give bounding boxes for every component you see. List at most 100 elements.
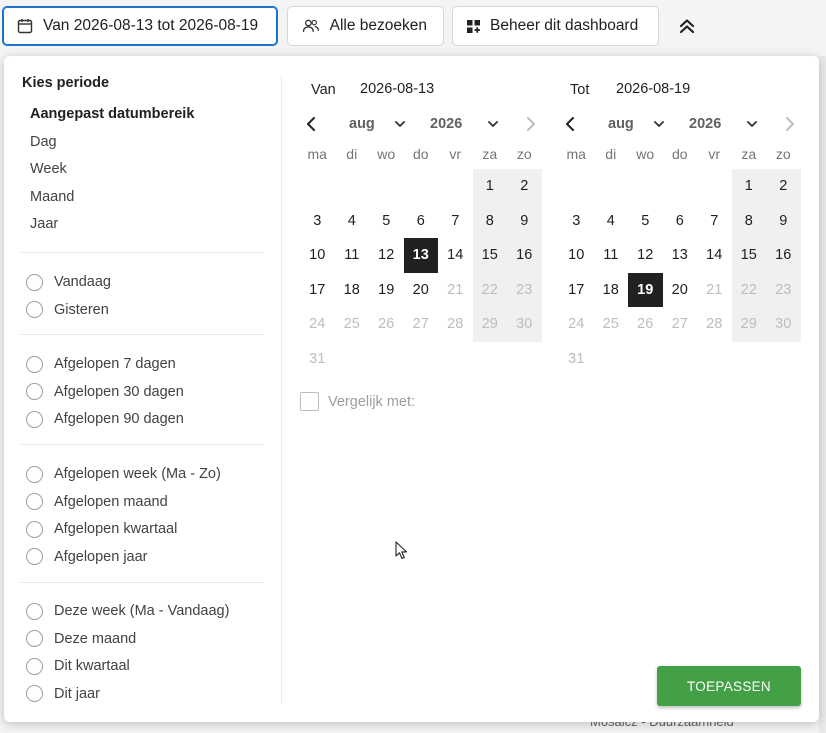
- period-radio-option[interactable]: Afgelopen jaar: [26, 547, 148, 567]
- calendar-day[interactable]: 3: [559, 204, 594, 239]
- period-type-item[interactable]: Dag: [30, 134, 57, 150]
- period-radio-option[interactable]: Afgelopen maand: [26, 492, 168, 512]
- calendar-day[interactable]: 21: [438, 273, 473, 308]
- period-radio-option[interactable]: Afgelopen week (Ma - Zo): [26, 464, 221, 484]
- calendar-day[interactable]: 19: [369, 273, 404, 308]
- period-type-item[interactable]: Aangepast datumbereik: [30, 106, 194, 122]
- from-date-input[interactable]: 2026-08-13: [360, 81, 434, 97]
- calendar-day[interactable]: 1: [732, 169, 767, 204]
- radio-button[interactable]: [26, 520, 43, 538]
- period-radio-option[interactable]: Afgelopen 90 dagen: [26, 409, 184, 429]
- calendar-day[interactable]: 27: [663, 307, 698, 342]
- calendar-day[interactable]: 6: [404, 204, 439, 239]
- period-radio-option[interactable]: Vandaag: [26, 272, 111, 292]
- calendar-day[interactable]: 7: [697, 204, 732, 239]
- calendar-day[interactable]: 1: [473, 169, 508, 204]
- calendar-day[interactable]: 17: [559, 273, 594, 308]
- calendar-day[interactable]: 17: [300, 273, 335, 308]
- calendar-day[interactable]: 10: [559, 238, 594, 273]
- date-range-button[interactable]: Van 2026-08-13 tot 2026-08-19: [2, 6, 278, 46]
- calendar-day[interactable]: 29: [473, 307, 508, 342]
- calendar-day[interactable]: 22: [473, 273, 508, 308]
- calendar-day[interactable]: 13: [403, 238, 438, 273]
- calendar-day[interactable]: 25: [594, 307, 629, 342]
- prev-month-button[interactable]: [302, 115, 320, 133]
- calendar-day[interactable]: 18: [594, 273, 629, 308]
- calendar-day[interactable]: 12: [369, 238, 404, 273]
- calendar-day[interactable]: 11: [335, 238, 370, 273]
- radio-button[interactable]: [26, 493, 43, 511]
- calendar-day[interactable]: 26: [369, 307, 404, 342]
- calendar-day[interactable]: 8: [732, 204, 767, 239]
- calendar-day[interactable]: 24: [300, 307, 335, 342]
- calendar-day[interactable]: 14: [438, 238, 473, 273]
- calendar-day[interactable]: 5: [628, 204, 663, 239]
- calendar-day[interactable]: 30: [766, 307, 801, 342]
- to-date-input[interactable]: 2026-08-19: [616, 81, 690, 97]
- calendar-day[interactable]: 23: [766, 273, 801, 308]
- radio-button[interactable]: [26, 685, 43, 703]
- month-select[interactable]: aug: [349, 116, 405, 132]
- manage-dashboard-button[interactable]: Beheer dit dashboard: [452, 6, 659, 46]
- calendar-day[interactable]: 3: [300, 204, 335, 239]
- apply-button[interactable]: TOEPASSEN: [657, 666, 801, 706]
- calendar-day[interactable]: 22: [732, 273, 767, 308]
- calendar-day[interactable]: 19: [628, 272, 663, 307]
- calendar-day[interactable]: 15: [732, 238, 767, 273]
- radio-button[interactable]: [26, 410, 43, 428]
- calendar-day[interactable]: 25: [335, 307, 370, 342]
- next-month-button[interactable]: [781, 115, 799, 133]
- radio-button[interactable]: [26, 383, 43, 401]
- calendar-day[interactable]: 29: [732, 307, 767, 342]
- collapse-button[interactable]: [670, 8, 704, 44]
- calendar-day[interactable]: 30: [507, 307, 542, 342]
- calendar-day[interactable]: 4: [335, 204, 370, 239]
- calendar-day[interactable]: 27: [404, 307, 439, 342]
- period-radio-option[interactable]: Dit kwartaal: [26, 656, 130, 676]
- period-type-item[interactable]: Maand: [30, 189, 74, 205]
- period-type-item[interactable]: Jaar: [30, 216, 58, 232]
- calendar-day[interactable]: 18: [335, 273, 370, 308]
- calendar-day[interactable]: 5: [369, 204, 404, 239]
- calendar-day[interactable]: 28: [697, 307, 732, 342]
- calendar-day[interactable]: 9: [766, 204, 801, 239]
- calendar-day[interactable]: 14: [697, 238, 732, 273]
- radio-button[interactable]: [26, 657, 43, 675]
- calendar-day[interactable]: 8: [473, 204, 508, 239]
- compare-checkbox[interactable]: [300, 392, 319, 411]
- radio-button[interactable]: [26, 273, 43, 291]
- calendar-day[interactable]: 7: [438, 204, 473, 239]
- year-select[interactable]: 2026: [430, 116, 499, 132]
- calendar-day[interactable]: 31: [559, 342, 594, 377]
- prev-month-button[interactable]: [561, 115, 579, 133]
- calendar-day[interactable]: 20: [404, 273, 439, 308]
- period-type-item[interactable]: Week: [30, 161, 67, 177]
- radio-button[interactable]: [26, 465, 43, 483]
- calendar-day[interactable]: 11: [594, 238, 629, 273]
- period-radio-option[interactable]: Afgelopen 7 dagen: [26, 354, 176, 374]
- period-radio-option[interactable]: Gisteren: [26, 300, 109, 320]
- calendar-day[interactable]: 13: [663, 238, 698, 273]
- calendar-day[interactable]: 16: [766, 238, 801, 273]
- radio-button[interactable]: [26, 355, 43, 373]
- calendar-day[interactable]: 9: [507, 204, 542, 239]
- compare-toggle[interactable]: Vergelijk met:: [300, 392, 415, 411]
- segment-button[interactable]: Alle bezoeken: [287, 6, 444, 46]
- radio-button[interactable]: [26, 301, 43, 319]
- calendar-day[interactable]: 28: [438, 307, 473, 342]
- period-radio-option[interactable]: Afgelopen 30 dagen: [26, 382, 184, 402]
- calendar-day[interactable]: 12: [628, 238, 663, 273]
- calendar-day[interactable]: 10: [300, 238, 335, 273]
- calendar-day[interactable]: 15: [473, 238, 508, 273]
- calendar-day[interactable]: 16: [507, 238, 542, 273]
- period-radio-option[interactable]: Afgelopen kwartaal: [26, 519, 177, 539]
- calendar-day[interactable]: 23: [507, 273, 542, 308]
- calendar-day[interactable]: 26: [628, 307, 663, 342]
- calendar-day[interactable]: 6: [663, 204, 698, 239]
- calendar-day[interactable]: 2: [766, 169, 801, 204]
- year-select[interactable]: 2026: [689, 116, 758, 132]
- radio-button[interactable]: [26, 602, 43, 620]
- period-radio-option[interactable]: Deze maand: [26, 629, 136, 649]
- calendar-day[interactable]: 2: [507, 169, 542, 204]
- radio-button[interactable]: [26, 548, 43, 566]
